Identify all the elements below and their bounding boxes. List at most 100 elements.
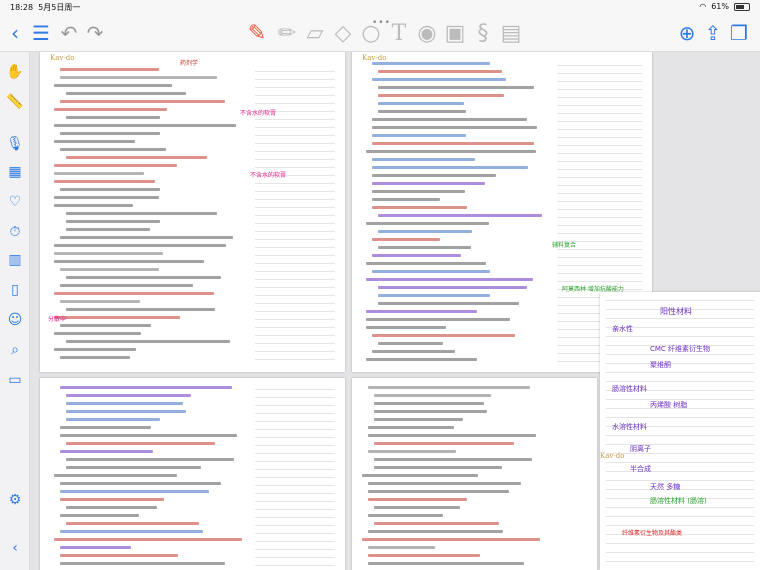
- rule-line: [255, 159, 335, 160]
- text-line: [378, 342, 443, 345]
- add-page-icon[interactable]: ⊕: [676, 20, 698, 46]
- settings-gear-icon[interactable]: ⚙: [5, 490, 25, 510]
- bookmark-icon[interactable]: ♡: [5, 192, 25, 212]
- text-line: [60, 514, 140, 517]
- text-line: [368, 554, 480, 557]
- eraser-tool-icon[interactable]: ◇: [330, 18, 356, 48]
- ruler-tool-icon[interactable]: ▤: [498, 18, 524, 48]
- timer-icon[interactable]: ⏱: [5, 222, 25, 242]
- menu-list-icon[interactable]: ☰: [30, 20, 52, 46]
- rule-line: [255, 501, 335, 502]
- handwritten-note: 分散中: [48, 316, 67, 323]
- text-line: [54, 252, 164, 255]
- text-line: [372, 270, 490, 273]
- text-line: [60, 450, 154, 453]
- text-line: [368, 426, 455, 429]
- text-tool-icon[interactable]: T: [386, 18, 412, 48]
- calendar-icon[interactable]: ▥: [5, 250, 25, 270]
- robot-icon[interactable]: ☺: [5, 310, 25, 330]
- rule-line: [255, 525, 335, 526]
- collapse-chevron-icon[interactable]: ‹: [5, 538, 25, 558]
- text-line: [378, 214, 543, 217]
- rule-line: [606, 480, 754, 481]
- search-icon[interactable]: ⌕: [5, 340, 25, 360]
- rule-line: [255, 303, 335, 304]
- rule-line: [606, 462, 754, 463]
- shape-tool-icon[interactable]: §: [470, 18, 496, 48]
- redo-icon[interactable]: ↷: [84, 20, 106, 46]
- rule-line: [255, 271, 335, 272]
- pencil-tool-icon[interactable]: ✏: [274, 18, 300, 48]
- rule-line: [255, 87, 335, 88]
- text-line: [60, 76, 218, 79]
- text-line: [66, 442, 215, 445]
- text-line: [378, 94, 505, 97]
- rule-line: [255, 557, 335, 558]
- rule-line: [255, 167, 335, 168]
- handwritten-heading: 阳性材料: [660, 307, 692, 316]
- text-line: [372, 78, 507, 81]
- rule-line: [255, 429, 335, 430]
- text-line: [368, 482, 521, 485]
- hand-icon[interactable]: ✋: [5, 62, 25, 82]
- text-line: [60, 434, 238, 437]
- rule-line: [255, 493, 335, 494]
- text-line: [60, 490, 210, 493]
- rule-line: [557, 193, 642, 194]
- rule-line: [255, 351, 335, 352]
- rule-line: [606, 552, 754, 553]
- highlighter-tool-icon[interactable]: ▱: [302, 18, 328, 48]
- text-line: [378, 286, 527, 289]
- text-line: [54, 172, 145, 175]
- rule-line: [255, 565, 335, 566]
- rule-line: [255, 215, 335, 216]
- rule-line: [255, 453, 335, 454]
- presentation-icon[interactable]: ▭: [5, 370, 25, 390]
- share-icon[interactable]: ⇪: [702, 20, 724, 46]
- handwritten-note: 肠溶性材料: [612, 385, 647, 393]
- undo-icon[interactable]: ↶: [58, 20, 80, 46]
- rule-line: [557, 177, 642, 178]
- microphone-icon[interactable]: 🎙: [5, 134, 25, 154]
- text-line: [66, 410, 186, 413]
- text-line: [66, 156, 207, 159]
- pages-icon[interactable]: ❐: [728, 20, 750, 46]
- text-line: [378, 86, 535, 89]
- rule-line: [606, 543, 754, 544]
- rule-line: [255, 263, 335, 264]
- image-tool-icon[interactable]: ▣: [442, 18, 468, 48]
- back-chevron-icon[interactable]: ‹: [6, 20, 24, 46]
- rule-line: [557, 105, 642, 106]
- status-time: 18:28: [10, 3, 34, 12]
- rule-line: [255, 319, 335, 320]
- pen-tool-icon[interactable]: ✎: [244, 18, 270, 48]
- handwritten-note: 纤维素衍生物及其酯类: [622, 530, 683, 537]
- status-bar: 18:28 5月5日周一 ◠ 61%: [0, 0, 760, 14]
- handwritten-note: CMC 纤维素衍生物: [650, 345, 711, 353]
- note-canvas[interactable]: Kav-do 药剂学 不含水的软膏 不含水的软膏 分散中 Kav-do 辅料复合…: [30, 52, 760, 570]
- rule-line: [557, 89, 642, 90]
- text-line: [66, 394, 191, 397]
- document-icon[interactable]: ▯: [5, 280, 25, 300]
- text-line: [368, 562, 524, 565]
- ruler-icon[interactable]: 📏: [5, 92, 25, 112]
- wifi-icon: ◠: [699, 2, 707, 11]
- text-line: [374, 458, 533, 461]
- text-line: [372, 166, 529, 169]
- sticker-tool-icon[interactable]: ◉: [414, 18, 440, 48]
- rule-line: [606, 561, 754, 562]
- text-line: [372, 254, 461, 257]
- text-line: [54, 140, 136, 143]
- text-line: [54, 348, 136, 351]
- status-time-date: 18:28 5月5日周一: [10, 2, 80, 13]
- rule-line: [557, 153, 642, 154]
- text-line: [54, 292, 214, 295]
- lasso-tool-icon[interactable]: ○: [358, 18, 384, 48]
- calculator-icon[interactable]: ▦: [5, 162, 25, 182]
- text-line: [366, 278, 534, 281]
- rule-line: [557, 273, 642, 274]
- text-line: [368, 530, 503, 533]
- text-line: [372, 142, 534, 145]
- text-line: [366, 318, 510, 321]
- rule-line: [255, 295, 335, 296]
